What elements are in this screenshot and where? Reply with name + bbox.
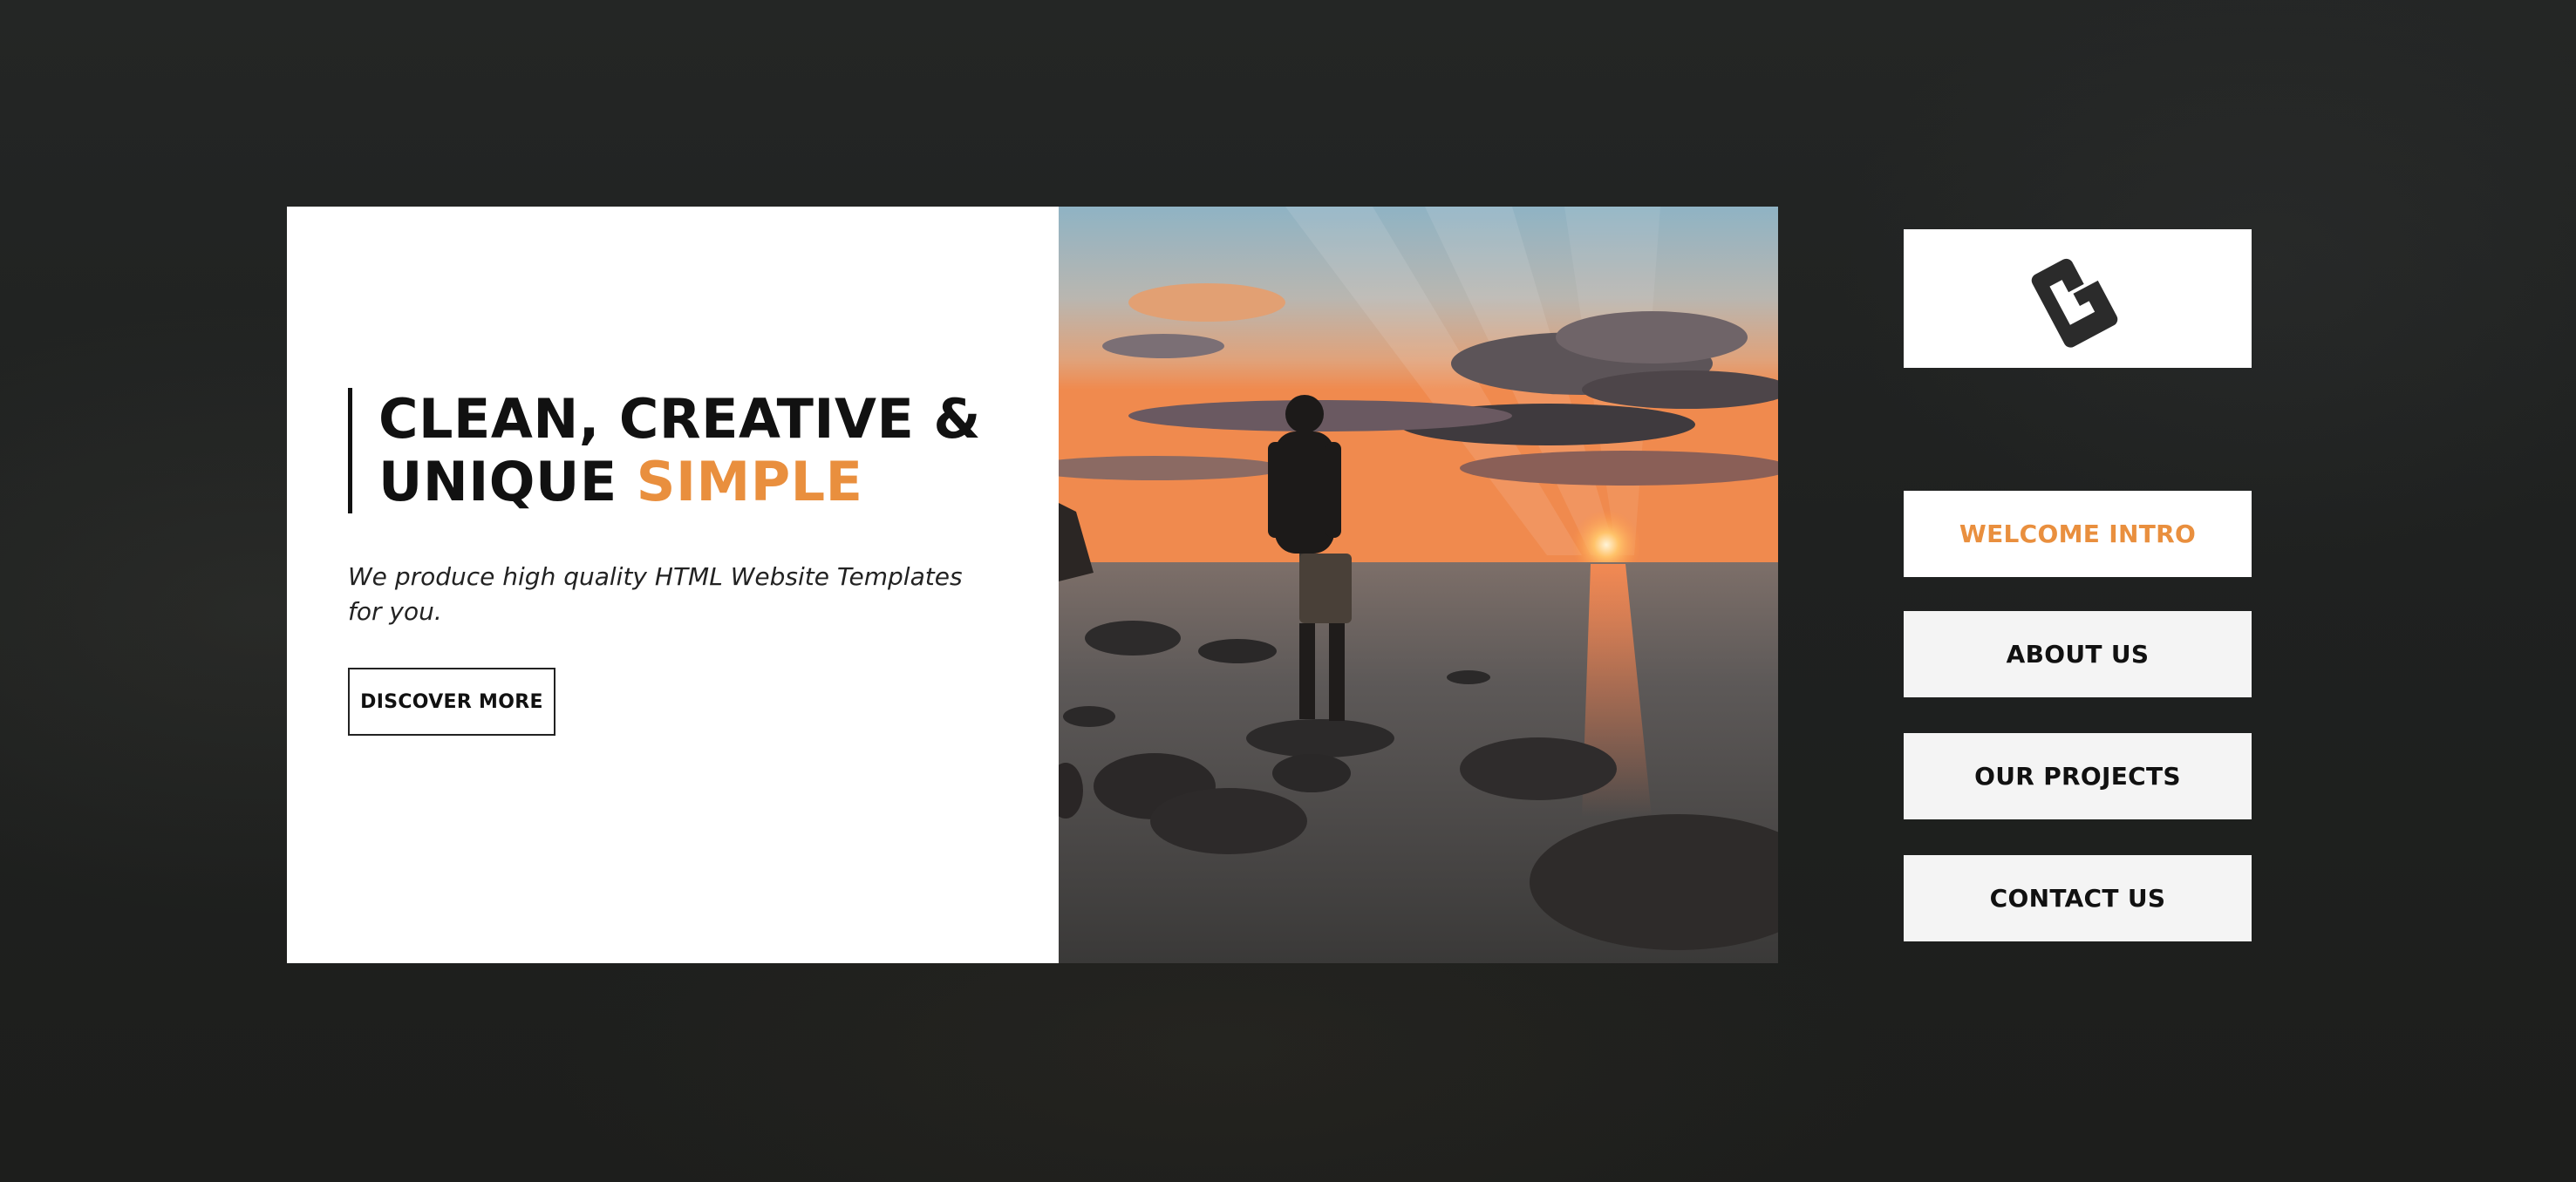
photo-illustration <box>1059 207 1778 963</box>
headline-accent: SIMPLE <box>636 450 863 513</box>
nav-welcome-intro[interactable]: WELCOME INTRO <box>1904 491 2252 577</box>
hero-headline: CLEAN, CREATIVE & UNIQUE SIMPLE <box>348 388 981 513</box>
hero-card: CLEAN, CREATIVE & UNIQUE SIMPLE We produ… <box>287 207 1778 963</box>
hero-description: We produce high quality HTML Website Tem… <box>348 562 963 626</box>
headline-line-2: UNIQUE SIMPLE <box>378 451 981 513</box>
nav-contact-us[interactable]: CONTACT US <box>1904 855 2252 941</box>
hero-text-panel: CLEAN, CREATIVE & UNIQUE SIMPLE We produ… <box>287 207 1059 963</box>
brand-logo[interactable] <box>1904 229 2252 368</box>
nav-our-projects[interactable]: OUR PROJECTS <box>1904 733 2252 819</box>
headline-line-1: CLEAN, CREATIVE & <box>378 387 981 451</box>
brand-logo-icon <box>2031 258 2117 348</box>
sunset-beach-photo <box>1059 207 1778 963</box>
nav-about-us[interactable]: ABOUT US <box>1904 611 2252 697</box>
discover-more-button[interactable]: DISCOVER MORE <box>348 668 555 736</box>
headline-prefix: UNIQUE <box>378 450 637 513</box>
